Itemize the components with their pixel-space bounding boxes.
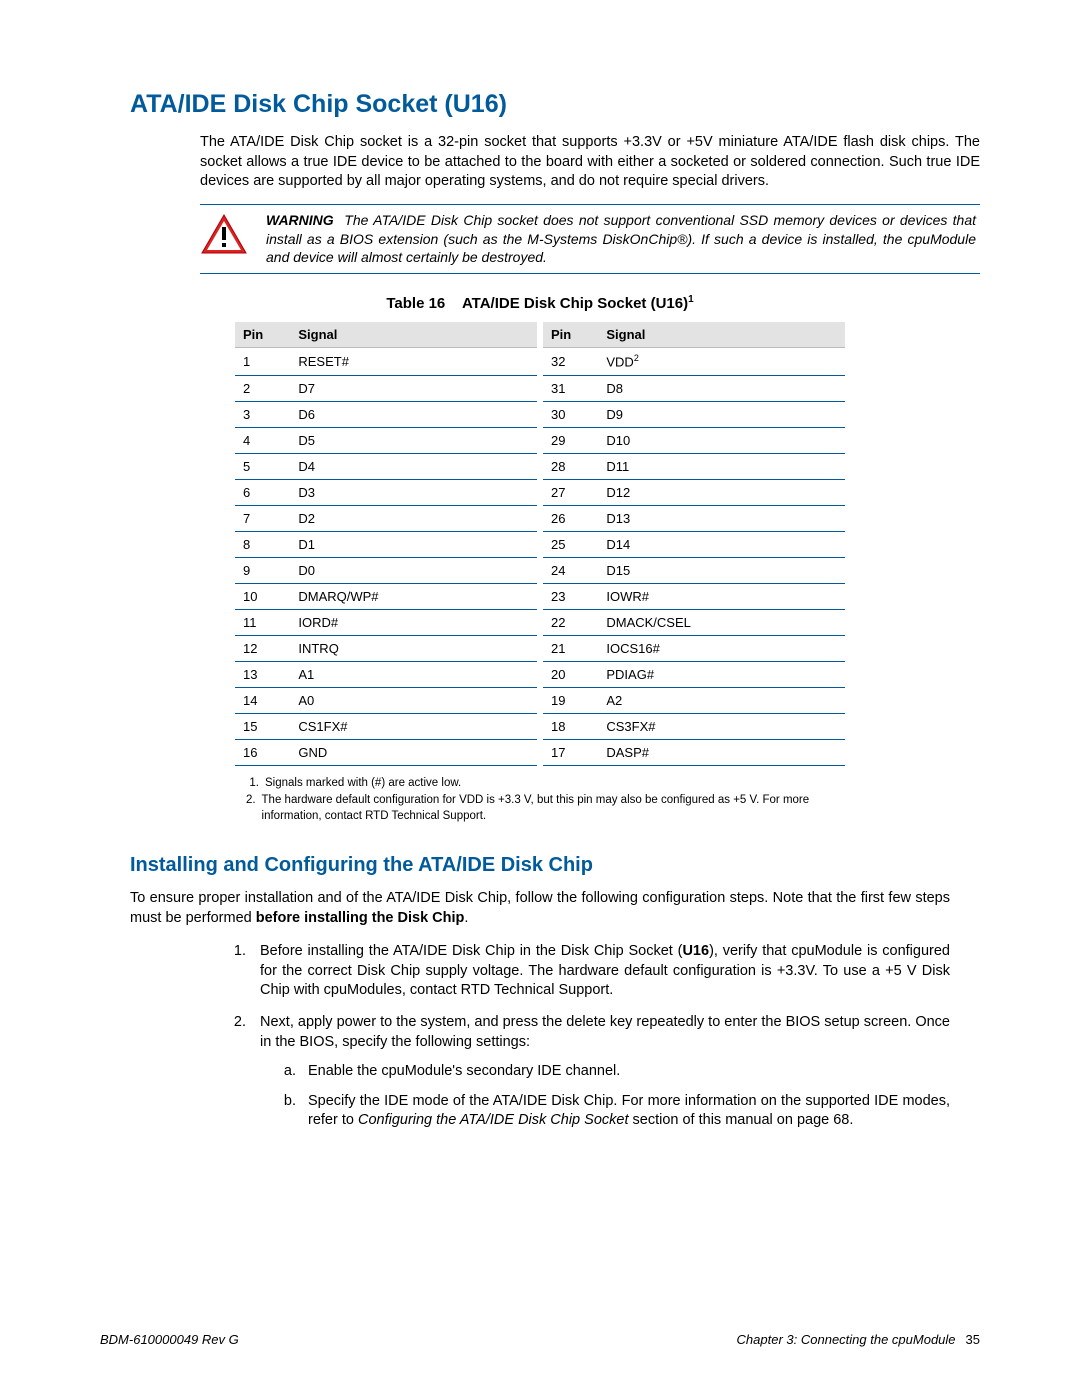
intro-paragraph: The ATA/IDE Disk Chip socket is a 32-pin… bbox=[200, 133, 980, 192]
page-footer: BDM-610000049 Rev G Chapter 3: Connectin… bbox=[100, 1332, 980, 1347]
footnote-1: Signals marked with (#) are active low. bbox=[265, 776, 461, 792]
footnote-2: The hardware default configuration for V… bbox=[262, 793, 845, 824]
th-pin-right: Pin bbox=[543, 322, 598, 348]
steps-list: Before installing the ATA/IDE Disk Chip … bbox=[230, 942, 950, 1131]
warning-label: WARNING bbox=[266, 212, 334, 228]
th-pin-left: Pin bbox=[235, 322, 290, 348]
table-caption: Table 16 ATA/IDE Disk Chip Socket (U16)1 bbox=[100, 294, 980, 312]
table-row: 2D731D8 bbox=[235, 375, 845, 401]
body-paragraph: To ensure proper installation and of the… bbox=[130, 889, 950, 928]
th-signal-right: Signal bbox=[598, 322, 845, 348]
warning-body: The ATA/IDE Disk Chip socket does not su… bbox=[266, 212, 976, 266]
table-row: 5D428D11 bbox=[235, 453, 845, 479]
pin-table: Pin Signal Pin Signal 1RESET#32VDD22D731… bbox=[235, 322, 845, 765]
warning-icon bbox=[200, 213, 248, 257]
warning-box: WARNING The ATA/IDE Disk Chip socket doe… bbox=[200, 204, 980, 275]
step-2: Next, apply power to the system, and pre… bbox=[250, 1013, 950, 1131]
table-row: 7D226D13 bbox=[235, 505, 845, 531]
table-row: 3D630D9 bbox=[235, 401, 845, 427]
table-row: 10DMARQ/WP#23IOWR# bbox=[235, 583, 845, 609]
table-row: 4D529D10 bbox=[235, 427, 845, 453]
footer-doc-id: BDM-610000049 Rev G bbox=[100, 1332, 239, 1347]
table-row: 11IORD#22DMACK/CSEL bbox=[235, 609, 845, 635]
table-row: 6D327D12 bbox=[235, 479, 845, 505]
table-header-row: Pin Signal Pin Signal bbox=[235, 322, 845, 348]
th-signal-left: Signal bbox=[290, 322, 537, 348]
table-row: 14A019A2 bbox=[235, 687, 845, 713]
table-row: 1RESET#32VDD2 bbox=[235, 348, 845, 375]
footer-page-number: 35 bbox=[966, 1332, 980, 1347]
warning-text: WARNING The ATA/IDE Disk Chip socket doe… bbox=[266, 211, 976, 268]
table-row: 16GND17DASP# bbox=[235, 739, 845, 765]
section-heading: Installing and Configuring the ATA/IDE D… bbox=[130, 854, 980, 877]
footer-chapter: Chapter 3: Connecting the cpuModule bbox=[737, 1332, 956, 1347]
step-2b: Specify the IDE mode of the ATA/IDE Disk… bbox=[300, 1092, 950, 1131]
step-2a: Enable the cpuModule's secondary IDE cha… bbox=[300, 1062, 950, 1082]
page-title: ATA/IDE Disk Chip Socket (U16) bbox=[130, 90, 980, 119]
table-footnotes: 1.Signals marked with (#) are active low… bbox=[235, 776, 845, 825]
step-1: Before installing the ATA/IDE Disk Chip … bbox=[250, 942, 950, 1001]
table-row: 13A120PDIAG# bbox=[235, 661, 845, 687]
table-row: 8D125D14 bbox=[235, 531, 845, 557]
table-row: 15CS1FX#18CS3FX# bbox=[235, 713, 845, 739]
table-row: 12INTRQ21IOCS16# bbox=[235, 635, 845, 661]
table-row: 9D024D15 bbox=[235, 557, 845, 583]
